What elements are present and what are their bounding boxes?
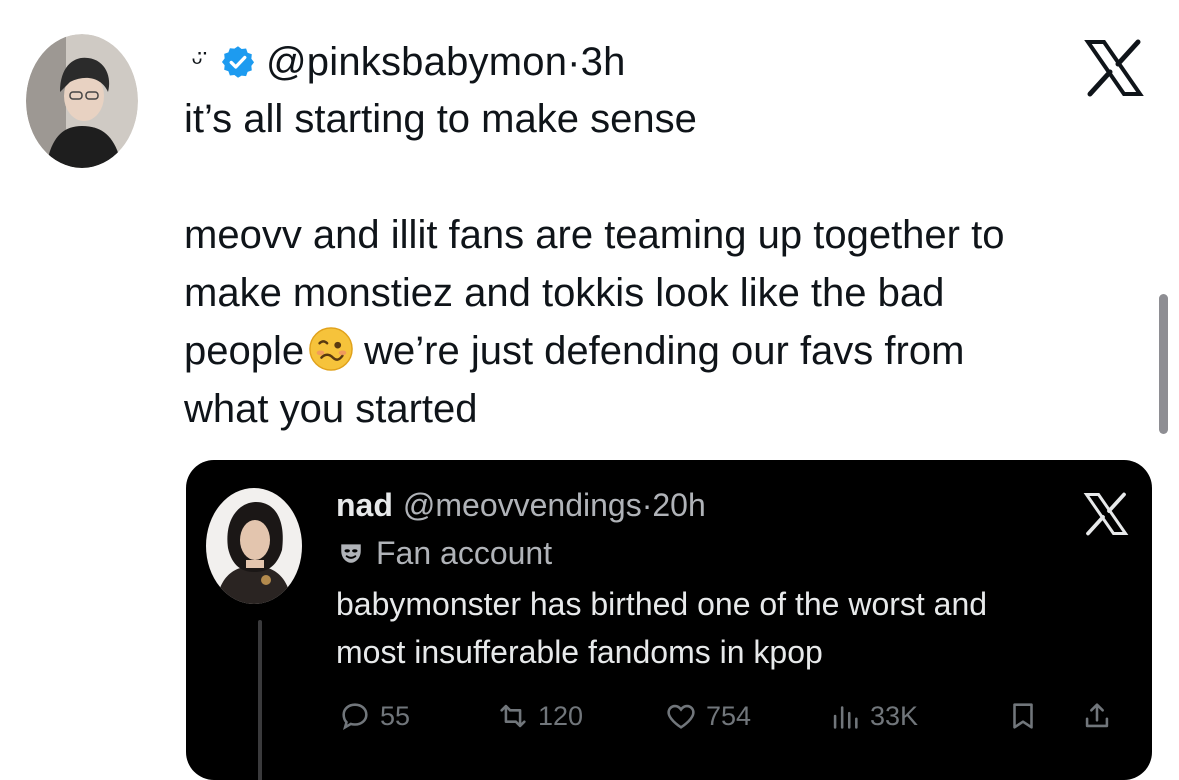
- verified-badge-icon[interactable]: [220, 44, 256, 80]
- views-count: 33K: [870, 700, 919, 731]
- reply-icon: [342, 703, 368, 731]
- smiley-icon: ᵕ̈: [191, 46, 203, 77]
- quoted-time: ·20h: [641, 486, 706, 523]
- mask-icon: [341, 544, 361, 563]
- tweet-line: people we’re just defending our favs fro…: [184, 322, 1144, 380]
- tweet-line: it’s all starting to make sense: [184, 97, 697, 141]
- bookmark-icon: [1013, 703, 1033, 729]
- share-icon: [1085, 703, 1109, 728]
- like-count: 754: [706, 700, 752, 731]
- thread-line: [258, 620, 262, 780]
- quoted-line: babymonster has birthed one of the worst…: [336, 586, 988, 622]
- user-avatar[interactable]: [26, 34, 138, 168]
- tweet-line-part: people: [184, 329, 305, 373]
- woozy-face-icon: [309, 327, 353, 371]
- views-action[interactable]: 33K: [828, 694, 918, 738]
- reply-action[interactable]: 55: [338, 694, 410, 738]
- repost-action[interactable]: 120: [496, 694, 583, 738]
- fan-account-text: Fan account: [376, 534, 553, 571]
- quoted-tweet-card[interactable]: nad @meovvendings·20h Fan account babymo…: [186, 460, 1152, 780]
- tweet-line: make monstiez and tokkis look like the b…: [184, 271, 945, 315]
- author-handle[interactable]: @pinksbabymon·3h: [266, 40, 626, 85]
- views-chart-icon: [833, 706, 858, 729]
- fan-account-label: Fan account: [338, 530, 552, 576]
- reply-count: 55: [380, 700, 411, 731]
- repost-icon: [500, 704, 526, 728]
- quoted-user-avatar[interactable]: [206, 488, 302, 604]
- tweet-line: meovv and illit fans are teaming up toge…: [184, 213, 1005, 257]
- quoted-author-name[interactable]: nad: [336, 487, 393, 524]
- share-action[interactable]: [1080, 694, 1114, 738]
- bookmark-action[interactable]: [1006, 694, 1040, 738]
- avatar-image: [26, 34, 138, 168]
- quoted-author-handle[interactable]: @meovvendings·20h: [403, 487, 706, 524]
- scrollbar[interactable]: [1159, 294, 1168, 434]
- quoted-header: nad @meovvendings·20h: [336, 482, 706, 528]
- like-action[interactable]: 754: [664, 694, 751, 738]
- quoted-actions-bar: 55 120 754 33K: [338, 694, 1128, 738]
- quoted-avatar-image: [206, 488, 302, 604]
- tweet-time: ·3h: [567, 39, 626, 84]
- quoted-tweet-text: babymonster has birthed one of the worst…: [336, 580, 1136, 676]
- tweet-text: it’s all starting to make sense meovv an…: [184, 90, 1144, 438]
- repost-count: 120: [538, 700, 584, 731]
- heart-icon: [667, 704, 695, 729]
- tweet-header: ᵕ̈ @pinksbabymon·3h: [184, 34, 626, 90]
- tweet-line-break: [184, 148, 1144, 206]
- quoted-x-logo-icon: [1083, 492, 1129, 536]
- tweet-line-part: we’re just defending our favs from: [364, 329, 965, 373]
- tweet-line: what you started: [184, 387, 478, 431]
- quoted-line: most insufferable fandoms in kpop: [336, 634, 823, 670]
